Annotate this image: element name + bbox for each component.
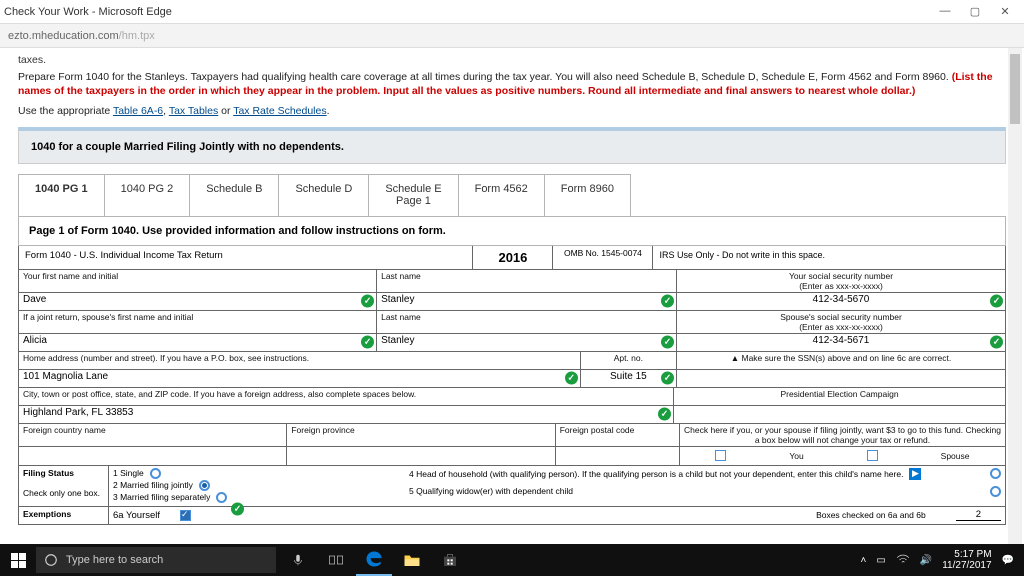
battery-icon[interactable]: ▭ [876,555,885,566]
wifi-icon[interactable] [896,554,910,566]
tab-schedule-b[interactable]: Schedule B [190,175,279,216]
tab-1040-pg2[interactable]: 1040 PG 2 [105,175,191,216]
presidential-note: Check here if you, or your spouse if fil… [684,425,1001,445]
url-host: ezto.mheducation.com [8,30,119,42]
label-foreign-postal: Foreign postal code [560,425,675,435]
spouse-first-input[interactable]: Alicia [23,335,47,346]
label-first-name: Your first name and initial [23,271,372,281]
link-table-6a6[interactable]: Table 6A-6 [113,105,163,117]
taskbar: Type here to search ˄ ▭ 🔊 5:17 PM 11/27/… [0,544,1024,576]
tab-1040-pg1[interactable]: 1040 PG 1 [19,175,105,216]
check-icon [361,336,374,349]
label-spouse-ssn: Spouse's social security number [681,312,1001,322]
radio-mfj[interactable] [199,480,210,491]
explorer-icon[interactable] [394,544,430,576]
radio-single[interactable] [150,468,161,479]
edge-icon[interactable] [356,544,392,576]
label-apt: Apt. no. [585,353,672,363]
label-address: Home address (number and street). If you… [23,353,576,363]
scrollbar[interactable] [1008,48,1022,544]
form-year: 2016 [473,246,553,269]
instructions: Prepare Form 1040 for the Stanleys. Taxp… [18,70,1006,98]
radio-mfs[interactable] [216,492,227,503]
check-icon [661,336,674,349]
check-icon [990,295,1003,308]
radio-hoh[interactable] [990,468,1001,479]
tab-schedule-e[interactable]: Schedule E Page 1 [369,175,458,216]
maximize-button[interactable]: ▢ [968,5,982,18]
label-presidential: Presidential Election Campaign [678,389,1001,399]
foreign-country-input[interactable] [19,447,287,465]
filing-status-label: Filing Status [23,468,74,478]
page-title: Page 1 of Form 1040. Use provided inform… [18,216,1006,246]
ssn-note: ▲ Make sure the SSN(s) above and on line… [681,353,1001,363]
volume-icon[interactable]: 🔊 [920,555,932,566]
form-1040: Form 1040 - U.S. Individual Income Tax R… [18,246,1006,525]
apt-input[interactable]: Suite 15 [610,371,647,382]
tab-form-4562[interactable]: Form 4562 [459,175,545,216]
address-input[interactable]: 101 Magnolia Lane [23,371,108,382]
label-spouse-last: Last name [381,312,672,322]
tray-up-icon[interactable]: ˄ [860,555,866,566]
window-title: Check Your Work - Microsoft Edge [4,6,172,18]
notifications-icon[interactable]: 💬 [1002,555,1014,566]
mic-icon[interactable] [280,544,316,576]
foreign-postal-input[interactable] [556,447,680,465]
radio-qw[interactable] [990,486,1001,497]
clock[interactable]: 5:17 PM 11/27/2017 [942,549,991,571]
omb-number: OMB No. 1545-0074 [553,246,653,269]
link-tax-rate-schedules[interactable]: Tax Rate Schedules [233,105,326,117]
tab-bar: 1040 PG 1 1040 PG 2 Schedule B Schedule … [18,174,631,216]
exemptions-label: Exemptions [23,509,71,519]
tab-schedule-d[interactable]: Schedule D [279,175,369,216]
start-button[interactable] [0,553,36,568]
expand-button[interactable]: ▶ [909,468,921,480]
fragment-text: taxes. [18,54,1006,66]
check-icon [990,336,1003,349]
boxes-count: 2 [956,509,1001,521]
tab-form-8960[interactable]: Form 8960 [545,175,630,216]
irs-use-only: IRS Use Only - Do not write in this spac… [653,246,1005,269]
store-icon[interactable] [432,544,468,576]
minimize-button[interactable]: — [938,5,952,18]
form-title: Form 1040 - U.S. Individual Income Tax R… [19,246,473,269]
check-icon [231,502,244,515]
close-button[interactable]: ✕ [998,5,1012,18]
yourself-checkbox[interactable] [180,510,191,521]
check-icon [661,372,674,385]
label-foreign-country: Foreign country name [23,425,282,435]
spouse-last-input[interactable]: Stanley [381,335,414,346]
form-banner: 1040 for a couple Married Filing Jointly… [18,127,1006,164]
foreign-province-input[interactable] [287,447,555,465]
check-icon [565,372,578,385]
task-view-icon[interactable] [318,544,354,576]
you-checkbox[interactable] [715,450,726,461]
ssn-input[interactable]: 412-34-5670 [813,294,870,305]
first-name-input[interactable]: Dave [23,294,46,305]
link-tax-tables[interactable]: Tax Tables [169,105,218,117]
last-name-input[interactable]: Stanley [381,294,414,305]
label-city: City, town or post office, state, and ZI… [23,389,669,399]
cortana-icon [44,553,58,567]
check-icon [361,295,374,308]
spouse-checkbox[interactable] [867,450,878,461]
address-bar[interactable]: ezto.mheducation.com/hm.tpx [0,24,1024,48]
check-icon [658,408,671,421]
city-input[interactable]: Highland Park, FL 33853 [23,407,133,418]
label-last-name: Last name [381,271,672,281]
spouse-ssn-input[interactable]: 412-34-5671 [813,335,870,346]
label-ssn: Your social security number [681,271,1001,281]
search-box[interactable]: Type here to search [36,547,276,573]
label-spouse-first: If a joint return, spouse's first name a… [23,312,372,322]
url-path: /hm.tpx [119,30,155,42]
label-foreign-province: Foreign province [291,425,550,435]
check-icon [661,295,674,308]
links-line: Use the appropriate Table 6A-6, Tax Tabl… [18,104,1006,118]
